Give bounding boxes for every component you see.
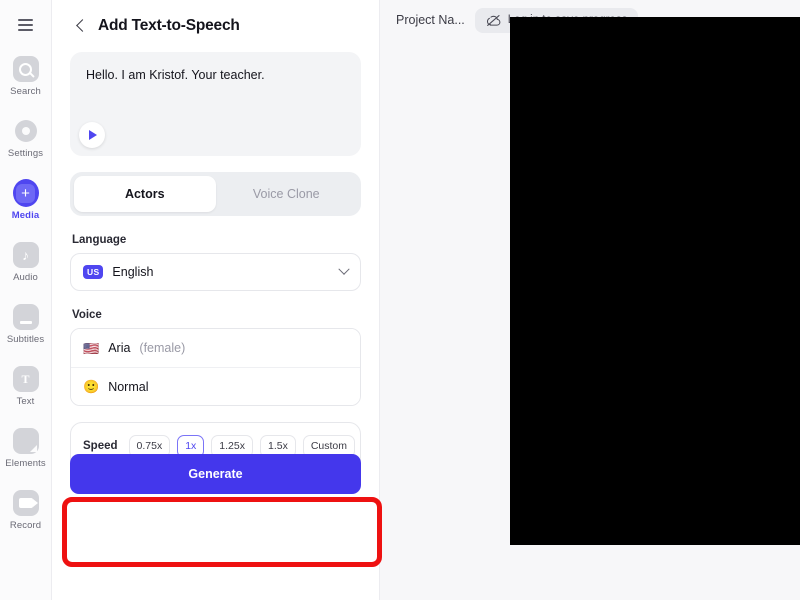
sidebar-item-subtitles[interactable]: Subtitles xyxy=(0,302,52,364)
chevron-down-icon xyxy=(338,263,350,275)
sidebar-item-search[interactable]: Search xyxy=(0,54,52,116)
voice-style-select[interactable]: 🙂 Normal xyxy=(71,367,360,405)
sidebar-item-label: Record xyxy=(9,520,42,531)
voice-source-tabs: Actors Voice Clone xyxy=(70,172,361,216)
sidebar-item-label: Search xyxy=(10,86,41,97)
search-icon xyxy=(12,56,39,82)
video-canvas[interactable] xyxy=(510,17,800,545)
voice-actor-name: Aria xyxy=(108,341,131,355)
video-camera-icon xyxy=(12,490,39,516)
sidebar-item-elements[interactable]: Elements xyxy=(0,426,52,488)
music-note-icon: ♪ xyxy=(12,242,39,268)
sidebar-item-settings[interactable]: Settings xyxy=(0,116,52,178)
voice-group: 🇺🇸 Aria (female) 🙂 Normal xyxy=(70,328,361,406)
language-select[interactable]: US English xyxy=(70,253,361,291)
speed-label: Speed xyxy=(83,440,118,452)
language-label: Language xyxy=(72,234,127,246)
elements-shape-icon xyxy=(12,428,39,454)
panel-header: Add Text-to-Speech xyxy=(70,0,361,52)
tts-panel: Add Text-to-Speech Hello. I am Kristof. … xyxy=(52,0,380,600)
media-plus-icon: + xyxy=(12,179,39,207)
subtitles-icon xyxy=(12,304,39,330)
sidebar-item-text[interactable]: T Text xyxy=(0,364,52,426)
voice-style-value: Normal xyxy=(108,379,149,394)
chevron-left-icon[interactable] xyxy=(74,19,88,33)
script-textarea[interactable]: Hello. I am Kristof. Your teacher. xyxy=(70,52,361,156)
text-t-icon: T xyxy=(12,366,39,392)
sidebar-item-label: Text xyxy=(16,396,35,407)
tab-actors[interactable]: Actors xyxy=(74,176,216,212)
language-value: English xyxy=(112,265,154,279)
cloud-off-icon xyxy=(486,14,501,26)
sidebar-item-media[interactable]: + Media xyxy=(0,178,52,240)
smiley-icon: 🙂 xyxy=(83,379,100,394)
stage-area: Project Na... Log in to save progress xyxy=(380,0,800,600)
play-icon[interactable] xyxy=(79,122,105,148)
sidebar-item-audio[interactable]: ♪ Audio xyxy=(0,240,52,302)
page-title: Add Text-to-Speech xyxy=(98,17,240,34)
generate-button[interactable]: Generate xyxy=(70,454,361,494)
left-rail: Search Settings + Media ♪ Audio Subtitle… xyxy=(0,0,52,600)
project-name[interactable]: Project Na... xyxy=(396,13,465,27)
sidebar-item-label: Subtitles xyxy=(6,334,45,345)
sidebar-item-label: Elements xyxy=(5,458,46,469)
voice-actor-gender: (female) xyxy=(139,341,186,355)
settings-ring-icon xyxy=(13,118,39,144)
tab-voice-clone[interactable]: Voice Clone xyxy=(216,176,358,212)
sidebar-item-record[interactable]: Record xyxy=(0,488,52,550)
sidebar-item-label: Media xyxy=(11,210,40,221)
us-flag-icon: 🇺🇸 xyxy=(83,340,100,356)
sidebar-item-label: Audio xyxy=(13,272,38,283)
script-text: Hello. I am Kristof. Your teacher. xyxy=(86,68,265,82)
app-root: Search Settings + Media ♪ Audio Subtitle… xyxy=(0,0,800,600)
voice-label: Voice xyxy=(72,309,102,321)
hamburger-menu-icon[interactable] xyxy=(13,12,39,38)
voice-actor-select[interactable]: 🇺🇸 Aria (female) xyxy=(71,329,360,367)
sidebar-item-label: Settings xyxy=(7,148,44,159)
us-flag-badge: US xyxy=(83,265,104,279)
